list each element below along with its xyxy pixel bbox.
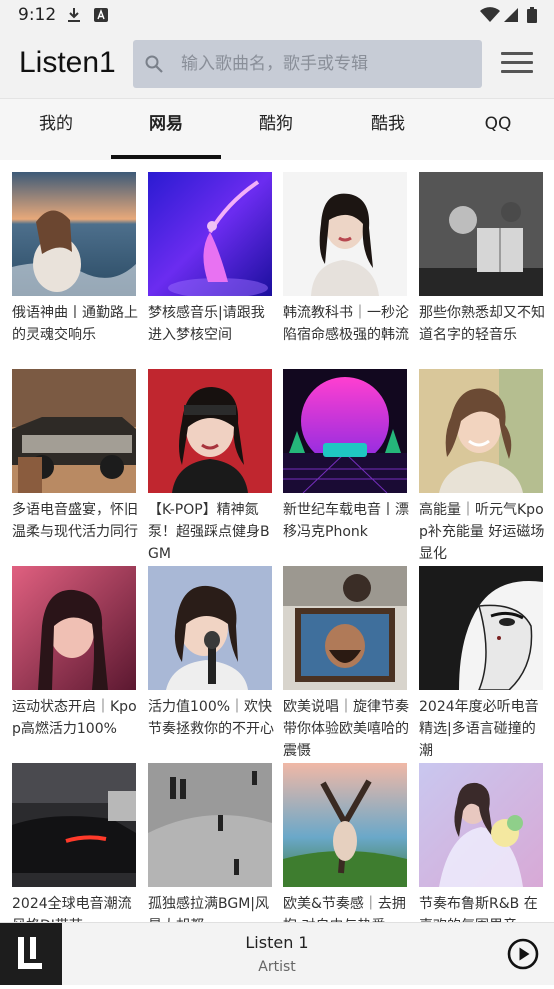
playlist-card[interactable]: 高能量｜听元气Kpop补充能量 好运磁场显化 [419, 369, 545, 565]
playlist-card[interactable]: 孤独感拉满BGM|风景大胡都 [148, 763, 272, 922]
playlist-cover[interactable] [148, 369, 272, 493]
playlist-title: 俄语神曲丨通勤路上的灵魂交响乐 [12, 305, 138, 343]
status-bar: 9:12 [0, 0, 554, 32]
playlist-title: 梦核感音乐|请跟我进入梦核空间 [148, 305, 265, 343]
playlist-cover[interactable] [283, 763, 407, 887]
cellular-signal-icon [504, 8, 518, 22]
playlist-cover[interactable] [283, 172, 407, 296]
platform-tabs: 我的 网易 酷狗 酷我 QQ [0, 98, 554, 161]
playlist-cover[interactable] [148, 566, 272, 690]
playlist-title: 欧美说唱｜旋律节奏带你体验欧美嘻哈的震慑 [283, 699, 409, 759]
status-time: 9:12 [18, 5, 57, 25]
playlist-title: 那些你熟悉却又不知道名字的轻音乐 [419, 305, 545, 343]
playlist-title: 活力值100%｜欢快节奏拯救你的不开心 [148, 699, 274, 737]
playlist-card[interactable]: 【K-POP】精神氮泵！超强踩点健身BGM [148, 369, 272, 565]
now-playing-title: Listen 1 [245, 933, 309, 952]
playlist-cover[interactable] [12, 763, 136, 887]
playlist-title: 运动状态开启｜Kpop高燃活力100% [12, 699, 137, 737]
playlist-title: 新世纪车载电音丨漂移冯克Phonk [283, 502, 409, 540]
search-input[interactable] [181, 40, 471, 88]
playlist-card[interactable]: 韩流教科书｜一秒沦陷宿命感极强的韩流 [283, 172, 409, 346]
search-icon[interactable] [145, 55, 163, 73]
playlist-grid: 俄语神曲丨通勤路上的灵魂交响乐 梦核感音乐|请跟我进入梦核空间 韩流教科书｜一秒… [0, 160, 554, 922]
tab-netease[interactable]: 网易 [111, 99, 221, 161]
tab-kugou[interactable]: 酷狗 [221, 99, 331, 161]
playlist-cover[interactable] [283, 369, 407, 493]
playlist-card[interactable]: 2024年度必听电音精选|多语言碰撞的潮 [419, 566, 543, 762]
search-box[interactable] [133, 40, 482, 88]
playlist-title: 孤独感拉满BGM|风景大胡都 [148, 896, 270, 922]
download-icon [68, 8, 80, 22]
playlist-card[interactable]: 节奏布鲁斯R&B 在喜欢的气围里音 [419, 763, 543, 922]
playlist-cover[interactable] [148, 763, 272, 887]
playlist-title: 2024全球电音潮流风格DJ带节 [12, 896, 132, 922]
playlist-card[interactable]: 那些你熟悉却又不知道名字的轻音乐 [419, 172, 545, 346]
playlist-card[interactable]: 2024全球电音潮流风格DJ带节 [12, 763, 136, 922]
playlist-title: 【K-POP】精神氮泵！超强踩点健身BGM [148, 502, 270, 562]
mini-player[interactable]: Listen 1 Artist [0, 922, 554, 985]
app-title: Listen1 [19, 46, 116, 79]
playlist-card[interactable]: 欧美&节奏感｜去拥抱 对自由与热爱 [283, 763, 407, 922]
playlist-card[interactable]: 俄语神曲丨通勤路上的灵魂交响乐 [12, 172, 138, 346]
playlist-cover[interactable] [419, 369, 543, 493]
playlist-cover[interactable] [419, 763, 543, 887]
playlist-cover[interactable] [12, 172, 136, 296]
playlist-title: 欧美&节奏感｜去拥抱 对自由与热爱 [283, 896, 406, 922]
tab-kuwo[interactable]: 酷我 [333, 99, 443, 161]
tab-mine[interactable]: 我的 [1, 99, 111, 161]
playlist-title: 多语电音盛宴，怀旧温柔与现代活力同行 [12, 502, 138, 540]
tab-qq[interactable]: QQ [443, 99, 553, 161]
playlist-cover[interactable] [419, 172, 543, 296]
playlist-title: 2024年度必听电音精选|多语言碰撞的潮 [419, 699, 539, 759]
playlist-cover[interactable] [12, 566, 136, 690]
playlist-cover[interactable] [283, 566, 407, 690]
playlist-card[interactable]: 运动状态开启｜Kpop高燃活力100% [12, 566, 137, 740]
notification-a-icon [94, 8, 108, 22]
active-tab-indicator [111, 155, 221, 159]
play-circle-icon[interactable] [507, 938, 539, 970]
playlist-title: 高能量｜听元气Kpop补充能量 好运磁场显化 [419, 502, 545, 562]
playlist-cover[interactable] [148, 172, 272, 296]
battery-icon [527, 7, 537, 23]
hamburger-menu-icon[interactable] [501, 52, 533, 78]
playlist-cover[interactable] [12, 369, 136, 493]
playlist-cover[interactable] [419, 566, 543, 690]
wifi-icon [480, 7, 500, 22]
playlist-card[interactable]: 活力值100%｜欢快节奏拯救你的不开心 [148, 566, 274, 740]
playlist-title: 节奏布鲁斯R&B 在喜欢的气围里音 [419, 896, 538, 922]
playlist-card[interactable]: 欧美说唱｜旋律节奏带你体验欧美嘻哈的震慑 [283, 566, 409, 762]
playlist-card[interactable]: 梦核感音乐|请跟我进入梦核空间 [148, 172, 272, 346]
playlist-title: 韩流教科书｜一秒沦陷宿命感极强的韩流 [283, 305, 409, 343]
app-bar: Listen1 [0, 32, 554, 98]
playlist-card[interactable]: 多语电音盛宴，怀旧温柔与现代活力同行 [12, 369, 138, 543]
playlist-card[interactable]: 新世纪车载电音丨漂移冯克Phonk [283, 369, 409, 543]
now-playing-artist: Artist [258, 959, 296, 975]
